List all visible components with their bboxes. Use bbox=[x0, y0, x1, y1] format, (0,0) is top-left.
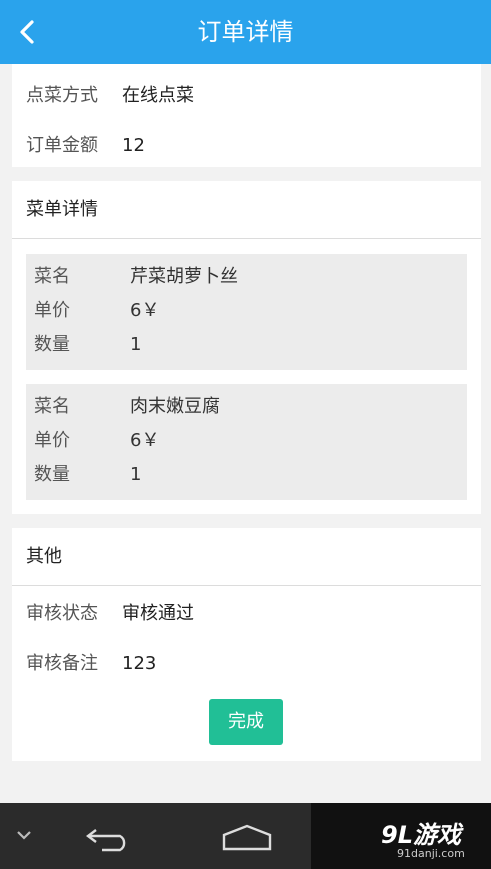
dish-price-label: 单价 bbox=[34, 430, 70, 451]
dish-qty-label: 数量 bbox=[34, 464, 70, 485]
review-remark-row: 审核备注 123 bbox=[26, 649, 156, 675]
system-nav-bar: 9L游戏 91danji.com bbox=[0, 803, 491, 869]
nav-back-button[interactable] bbox=[82, 821, 134, 857]
order-method-value: 在线点菜 bbox=[122, 85, 194, 106]
other-section-title: 其他 bbox=[26, 546, 62, 567]
menu-details-card: 菜单详情 菜名 芹菜胡萝卜丝 单价 6￥ 数量 1 菜名 肉末嫩豆腐 单价 6￥ 数量 1 bbox=[12, 181, 481, 514]
page-title: 订单详情 bbox=[197, 18, 294, 46]
dish-qty: 1 bbox=[130, 464, 142, 485]
nav-home-button[interactable] bbox=[220, 823, 274, 857]
hide-keyboard-button[interactable] bbox=[14, 827, 34, 847]
review-remark-value: 123 bbox=[122, 653, 157, 674]
dish-item: 菜名 芹菜胡萝卜丝 单价 6￥ 数量 1 bbox=[26, 254, 467, 370]
divider bbox=[12, 238, 481, 239]
order-method-row: 点菜方式 在线点菜 bbox=[26, 81, 194, 107]
dish-name: 肉末嫩豆腐 bbox=[130, 396, 220, 417]
dish-price-label: 单价 bbox=[34, 300, 70, 321]
other-card: 其他 审核状态 审核通过 审核备注 123 完成 bbox=[12, 528, 481, 761]
review-remark-label: 审核备注 bbox=[26, 653, 98, 674]
dish-price: 6￥ bbox=[130, 300, 160, 321]
divider bbox=[12, 585, 481, 586]
dish-price-row: 单价 6￥ bbox=[34, 428, 159, 454]
menu-section-title: 菜单详情 bbox=[26, 199, 98, 220]
dish-qty: 1 bbox=[130, 334, 142, 355]
dish-item: 菜名 肉末嫩豆腐 单价 6￥ 数量 1 bbox=[26, 384, 467, 500]
order-amount-label: 订单金额 bbox=[26, 135, 98, 156]
dish-name-label: 菜名 bbox=[34, 396, 70, 417]
review-status-value: 审核通过 bbox=[122, 603, 194, 624]
dish-name-row: 菜名 芹菜胡萝卜丝 bbox=[34, 264, 238, 290]
app-header: 订单详情 bbox=[0, 0, 491, 64]
dish-name-label: 菜名 bbox=[34, 266, 70, 287]
chevron-down-icon bbox=[17, 831, 31, 840]
watermark-url: 91danji.com bbox=[397, 847, 465, 860]
order-summary-card: 点菜方式 在线点菜 订单金额 12 bbox=[12, 64, 481, 167]
home-icon bbox=[222, 824, 272, 851]
dish-price-row: 单价 6￥ bbox=[34, 298, 159, 324]
back-arrow-icon bbox=[86, 829, 126, 852]
watermark-logo: 9L游戏 bbox=[381, 821, 461, 849]
done-button[interactable]: 完成 bbox=[209, 699, 283, 745]
watermark: 9L游戏 91danji.com bbox=[311, 803, 491, 869]
review-status-label: 审核状态 bbox=[26, 603, 98, 624]
review-status-row: 审核状态 审核通过 bbox=[26, 599, 194, 625]
dish-price: 6￥ bbox=[130, 430, 160, 451]
order-amount-row: 订单金额 12 bbox=[26, 131, 145, 157]
order-method-label: 点菜方式 bbox=[26, 85, 98, 106]
dish-name-row: 菜名 肉末嫩豆腐 bbox=[34, 394, 220, 420]
dish-qty-row: 数量 1 bbox=[34, 332, 141, 358]
dish-qty-label: 数量 bbox=[34, 334, 70, 355]
dish-name: 芹菜胡萝卜丝 bbox=[130, 266, 238, 287]
order-amount-value: 12 bbox=[122, 135, 145, 156]
dish-qty-row: 数量 1 bbox=[34, 462, 141, 488]
